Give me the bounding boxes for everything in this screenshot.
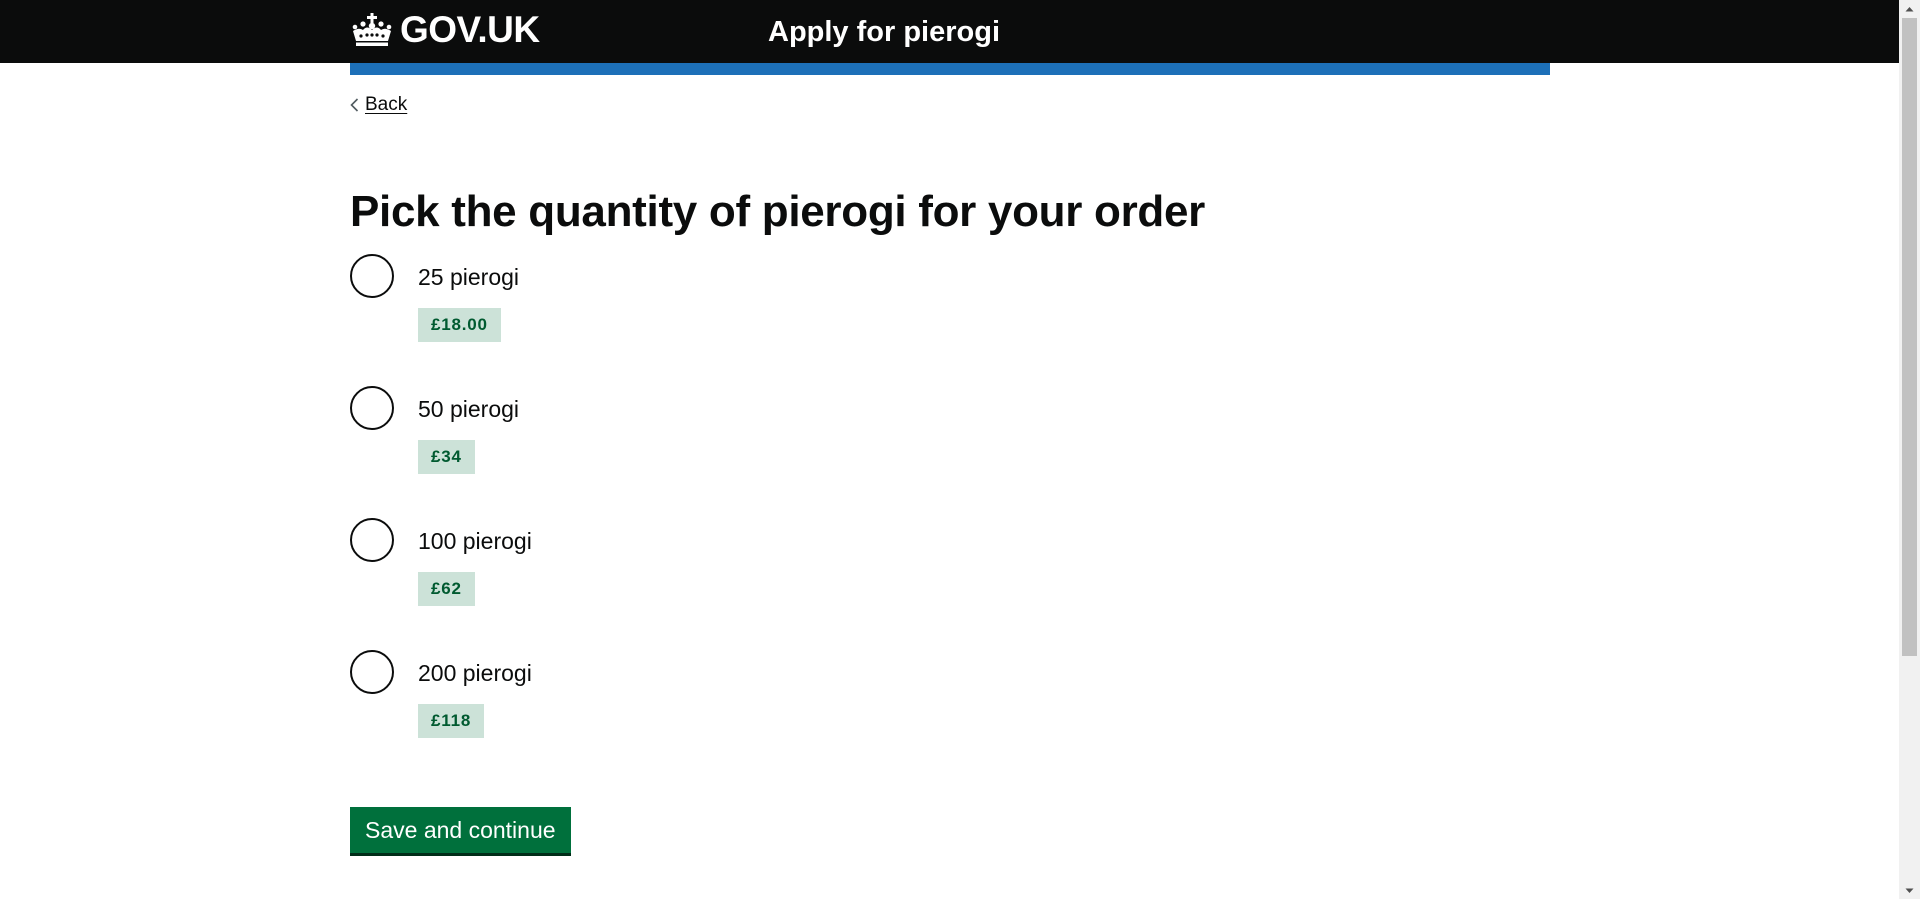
radio-button[interactable] <box>350 254 394 298</box>
chevron-left-icon <box>350 98 359 112</box>
arrow-up-icon <box>1905 6 1914 11</box>
radio-option-100[interactable]: 100 pierogi £62 <box>350 518 1150 650</box>
radio-option-200[interactable]: 200 pierogi £118 <box>350 650 1150 782</box>
radio-label[interactable]: 200 pierogi <box>418 660 532 686</box>
header-accent-bar <box>350 63 1550 75</box>
price-tag: £18.00 <box>418 308 501 342</box>
header-container: GOV.UK Apply for pierogi <box>350 0 1550 63</box>
save-and-continue-button[interactable]: Save and continue <box>350 807 571 853</box>
logo-text: GOV.UK <box>400 9 540 50</box>
service-name-link[interactable]: Apply for pierogi <box>768 15 1000 49</box>
back-link[interactable]: Back <box>350 94 407 116</box>
price-tag: £34 <box>418 440 475 474</box>
radio-button[interactable] <box>350 518 394 562</box>
radio-label[interactable]: 25 pierogi <box>418 264 519 290</box>
radio-button[interactable] <box>350 650 394 694</box>
scroll-down-button[interactable] <box>1899 882 1920 899</box>
radio-label[interactable]: 50 pierogi <box>418 396 519 422</box>
back-link-label: Back <box>365 94 408 115</box>
page: GOV.UK Apply for pierogi Back Pick the q… <box>0 0 1920 899</box>
site-header: GOV.UK Apply for pierogi <box>0 0 1899 63</box>
price-tag: £62 <box>418 572 475 606</box>
scroll-up-button[interactable] <box>1899 0 1920 17</box>
crown-icon <box>352 13 392 46</box>
scrollbar-thumb[interactable] <box>1902 18 1917 656</box>
radio-button[interactable] <box>350 386 394 430</box>
radio-option-25[interactable]: 25 pierogi £18.00 <box>350 254 1150 386</box>
radio-option-50[interactable]: 50 pierogi £34 <box>350 386 1150 518</box>
radio-label[interactable]: 100 pierogi <box>418 528 532 554</box>
govuk-logo-link[interactable]: GOV.UK <box>350 10 540 50</box>
price-tag: £118 <box>418 704 485 738</box>
quantity-radio-group: 25 pierogi £18.00 50 pierogi £34 100 pie… <box>350 254 1150 782</box>
vertical-scrollbar[interactable] <box>1899 0 1920 899</box>
page-title: Pick the quantity of pierogi for your or… <box>350 187 1205 236</box>
arrow-down-icon <box>1905 888 1914 893</box>
